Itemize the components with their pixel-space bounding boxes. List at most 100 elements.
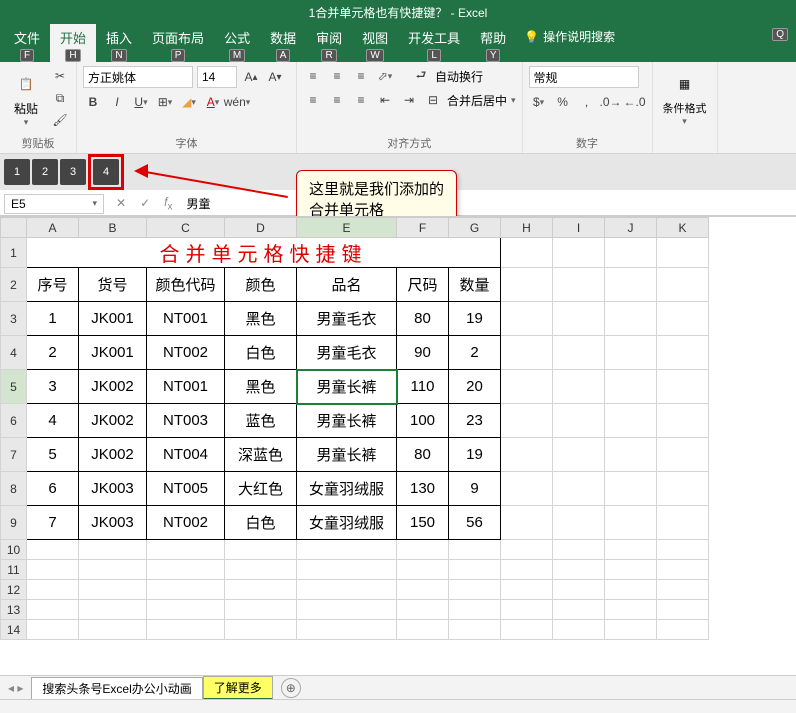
cell[interactable]: [79, 540, 147, 560]
table-cell[interactable]: JK001: [79, 336, 147, 370]
sheet-nav[interactable]: ◂ ▸: [0, 681, 31, 695]
table-cell[interactable]: NT004: [147, 438, 225, 472]
tab-page-layout[interactable]: 页面布局P: [142, 24, 214, 64]
percent-format-button[interactable]: %: [553, 92, 573, 112]
row-header-12[interactable]: 12: [1, 580, 27, 600]
align-middle-button[interactable]: ≡: [327, 66, 347, 86]
row-header-9[interactable]: 9: [1, 506, 27, 540]
row-header-5[interactable]: 5: [1, 370, 27, 404]
cell[interactable]: [27, 540, 79, 560]
cell[interactable]: [501, 540, 553, 560]
tab-review[interactable]: 审阅R: [306, 24, 352, 64]
cell[interactable]: [553, 620, 605, 640]
enter-formula-button[interactable]: ✓: [136, 196, 154, 210]
cell[interactable]: [225, 540, 297, 560]
cell[interactable]: [605, 540, 657, 560]
cell[interactable]: [397, 540, 449, 560]
cell[interactable]: [553, 268, 605, 302]
conditional-format-button[interactable]: ▦ 条件格式 ▾: [659, 66, 711, 129]
cell[interactable]: [147, 620, 225, 640]
align-left-button[interactable]: ≡: [303, 90, 323, 110]
cell[interactable]: [501, 560, 553, 580]
table-header-cell[interactable]: 数量: [449, 268, 501, 302]
cell[interactable]: [79, 560, 147, 580]
font-color-button[interactable]: A▾: [203, 92, 223, 112]
align-right-button[interactable]: ≡: [351, 90, 371, 110]
cell[interactable]: [657, 540, 709, 560]
cell[interactable]: [449, 600, 501, 620]
table-header-cell[interactable]: 颜色代码: [147, 268, 225, 302]
table-cell[interactable]: JK002: [79, 438, 147, 472]
table-cell[interactable]: 蓝色: [225, 404, 297, 438]
cell[interactable]: [605, 438, 657, 472]
cell[interactable]: [79, 600, 147, 620]
cell[interactable]: [449, 560, 501, 580]
table-cell[interactable]: JK003: [79, 506, 147, 540]
cell[interactable]: [605, 238, 657, 268]
cell[interactable]: [605, 620, 657, 640]
cell[interactable]: [147, 600, 225, 620]
select-all-corner[interactable]: [1, 218, 27, 238]
table-cell[interactable]: 深蓝色: [225, 438, 297, 472]
cell[interactable]: [501, 620, 553, 640]
cell[interactable]: [657, 302, 709, 336]
col-header-J[interactable]: J: [605, 218, 657, 238]
cell[interactable]: [657, 472, 709, 506]
table-cell[interactable]: 80: [397, 302, 449, 336]
cell[interactable]: [397, 580, 449, 600]
col-header-H[interactable]: H: [501, 218, 553, 238]
tab-insert[interactable]: 插入N: [96, 24, 142, 64]
phonetic-button[interactable]: wén▾: [227, 92, 247, 112]
cell[interactable]: [605, 404, 657, 438]
border-button[interactable]: ⊞▾: [155, 92, 175, 112]
cell[interactable]: [657, 370, 709, 404]
table-cell[interactable]: 130: [397, 472, 449, 506]
tab-data[interactable]: 数据A: [260, 24, 306, 64]
sheet-tab-1[interactable]: 搜索头条号Excel办公小动画: [31, 677, 202, 699]
col-header-A[interactable]: A: [27, 218, 79, 238]
cell[interactable]: [449, 540, 501, 560]
cell[interactable]: [657, 336, 709, 370]
qat-button-2[interactable]: 2: [32, 159, 58, 185]
tab-help[interactable]: 帮助Y: [470, 24, 516, 64]
cell[interactable]: [553, 336, 605, 370]
table-cell[interactable]: 男童毛衣: [297, 302, 397, 336]
cell[interactable]: [553, 540, 605, 560]
table-cell[interactable]: 男童长裤: [297, 438, 397, 472]
table-cell[interactable]: 4: [27, 404, 79, 438]
table-cell[interactable]: NT003: [147, 404, 225, 438]
table-cell[interactable]: 56: [449, 506, 501, 540]
table-cell[interactable]: 女童羽绒服: [297, 506, 397, 540]
cell[interactable]: [657, 238, 709, 268]
col-header-B[interactable]: B: [79, 218, 147, 238]
number-format-select[interactable]: [529, 66, 639, 88]
row-header-13[interactable]: 13: [1, 600, 27, 620]
cell[interactable]: [553, 506, 605, 540]
cell[interactable]: [605, 302, 657, 336]
cell[interactable]: [501, 438, 553, 472]
table-header-cell[interactable]: 货号: [79, 268, 147, 302]
table-cell[interactable]: 女童羽绒服: [297, 472, 397, 506]
add-sheet-button[interactable]: ⊕: [281, 678, 301, 698]
cell[interactable]: [449, 580, 501, 600]
cell[interactable]: [501, 580, 553, 600]
cell[interactable]: [657, 560, 709, 580]
row-header-1[interactable]: 1: [1, 238, 27, 268]
underline-button[interactable]: U▾: [131, 92, 151, 112]
sheet-tab-2[interactable]: 了解更多: [203, 676, 273, 700]
cell[interactable]: [657, 404, 709, 438]
row-header-14[interactable]: 14: [1, 620, 27, 640]
cell[interactable]: [501, 506, 553, 540]
col-header-G[interactable]: G: [449, 218, 501, 238]
copy-button[interactable]: ⧉: [50, 88, 70, 108]
table-cell[interactable]: 90: [397, 336, 449, 370]
table-cell[interactable]: NT001: [147, 302, 225, 336]
worksheet-grid[interactable]: ABCDEFGHIJK1合并单元格快捷键2序号货号颜色代码颜色品名尺码数量31J…: [0, 216, 796, 688]
name-box[interactable]: E5 ▾: [4, 194, 104, 214]
orientation-button[interactable]: ⬀▾: [375, 66, 395, 86]
qat-button-1[interactable]: 1: [4, 159, 30, 185]
table-cell[interactable]: 19: [449, 438, 501, 472]
table-cell[interactable]: NT001: [147, 370, 225, 404]
accounting-format-button[interactable]: $▾: [529, 92, 549, 112]
table-cell[interactable]: 男童毛衣: [297, 336, 397, 370]
